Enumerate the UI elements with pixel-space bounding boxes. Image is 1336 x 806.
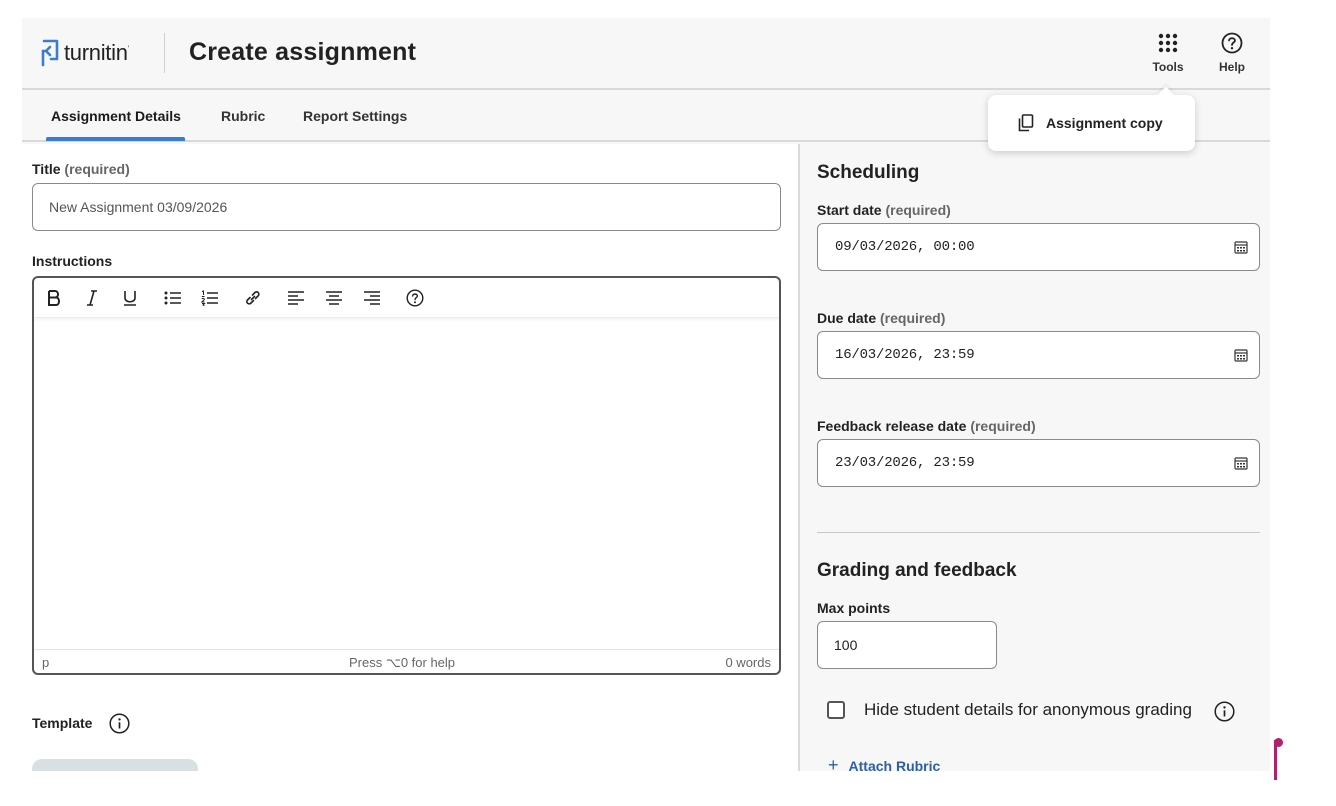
turnitin-logo-icon [41, 39, 59, 67]
active-tab-indicator [46, 137, 185, 141]
bold-icon [48, 290, 60, 306]
title-label: Title (required) [32, 161, 130, 177]
numbered-list-button[interactable] [199, 288, 221, 308]
app-window: turnitin' Create assignment Tools Help A… [22, 18, 1270, 771]
calendar-icon[interactable] [1234, 348, 1248, 362]
bullet-list-button[interactable] [162, 288, 184, 308]
numbered-list-icon [201, 290, 218, 306]
logo-text: turnitin' [64, 40, 129, 65]
info-icon[interactable] [109, 713, 130, 734]
feedback-release-input[interactable]: 23/03/2026, 23:59 [817, 439, 1260, 487]
due-date-input[interactable]: 16/03/2026, 23:59 [817, 331, 1260, 379]
tab-report-settings[interactable]: Report Settings [303, 108, 407, 124]
grading-title: Grading and feedback [817, 560, 1017, 581]
attach-rubric-button[interactable]: + Attach Rubric [828, 755, 940, 771]
tab-rubric[interactable]: Rubric [221, 108, 265, 124]
attach-rubric-label: Attach Rubric [848, 757, 941, 772]
anonymous-grading-label: Hide student details for anonymous gradi… [864, 700, 1192, 719]
calendar-icon[interactable] [1234, 240, 1248, 254]
instructions-label: Instructions [32, 253, 113, 269]
align-center-button[interactable] [323, 288, 345, 308]
help-hint: Press ⌥0 for help [349, 655, 456, 670]
start-date-input[interactable]: 09/03/2026, 00:00 [817, 223, 1260, 271]
section-divider [817, 532, 1260, 533]
max-points-label: Max points [817, 600, 891, 616]
turnitin-logo[interactable]: turnitin' [40, 36, 129, 70]
tools-button[interactable]: Tools [1143, 32, 1193, 78]
align-left-button[interactable] [285, 288, 307, 308]
menu-item-assignment-copy[interactable]: Assignment copy [1018, 114, 1163, 132]
italic-icon [87, 290, 97, 306]
element-path[interactable]: p [42, 655, 49, 670]
header: turnitin' Create assignment Tools Help [22, 18, 1270, 90]
grid-icon [1158, 33, 1178, 53]
title-input[interactable]: New Assignment 03/09/2026 [32, 183, 781, 231]
side-tab-dot [1274, 738, 1283, 747]
align-left-icon [288, 291, 304, 305]
editor-help-button[interactable] [404, 288, 426, 308]
assignment-details-panel: Title (required) New Assignment 03/09/20… [22, 144, 798, 771]
info-icon[interactable] [1214, 701, 1235, 722]
template-label: Template [32, 713, 130, 734]
tools-label: Tools [1152, 60, 1184, 74]
copy-icon [1018, 114, 1034, 132]
link-button[interactable] [242, 288, 264, 308]
due-date-label: Due date (required) [817, 310, 946, 326]
bold-button[interactable] [43, 288, 65, 308]
start-date-label: Start date (required) [817, 202, 951, 218]
bullet-list-icon [164, 291, 181, 305]
feedback-release-label: Feedback release date (required) [817, 418, 1036, 434]
underline-icon [124, 291, 136, 306]
align-right-icon [364, 291, 380, 305]
help-circle-icon [1221, 32, 1243, 54]
align-right-button[interactable] [361, 288, 383, 308]
link-icon [246, 291, 260, 305]
menu-item-label: Assignment copy [1046, 115, 1163, 131]
template-button[interactable] [32, 759, 198, 771]
help-label: Help [1218, 60, 1245, 74]
help-button[interactable]: Help [1207, 32, 1257, 78]
tab-assignment-details[interactable]: Assignment Details [51, 108, 181, 124]
editor-toolbar [34, 278, 779, 318]
max-points-input[interactable]: 100 [817, 621, 997, 669]
help-circle-icon [406, 289, 424, 307]
editor-statusbar: p Press ⌥0 for help 0 words [34, 649, 779, 673]
plus-icon: + [828, 755, 839, 771]
tools-menu: Assignment copy [988, 95, 1195, 151]
word-count: 0 words [725, 655, 771, 670]
italic-button[interactable] [81, 288, 103, 308]
underline-button[interactable] [119, 288, 141, 308]
anonymous-grading-row[interactable]: Hide student details for anonymous gradi… [827, 700, 1192, 720]
calendar-icon[interactable] [1234, 456, 1248, 470]
instructions-editor[interactable]: p Press ⌥0 for help 0 words [32, 276, 781, 675]
anonymous-grading-checkbox[interactable] [827, 701, 845, 719]
scheduling-title: Scheduling [817, 162, 920, 183]
header-divider [164, 33, 165, 73]
page-title: Create assignment [189, 38, 417, 66]
align-center-icon [326, 291, 342, 305]
settings-panel: Scheduling Start date (required) 09/03/2… [798, 144, 1270, 771]
